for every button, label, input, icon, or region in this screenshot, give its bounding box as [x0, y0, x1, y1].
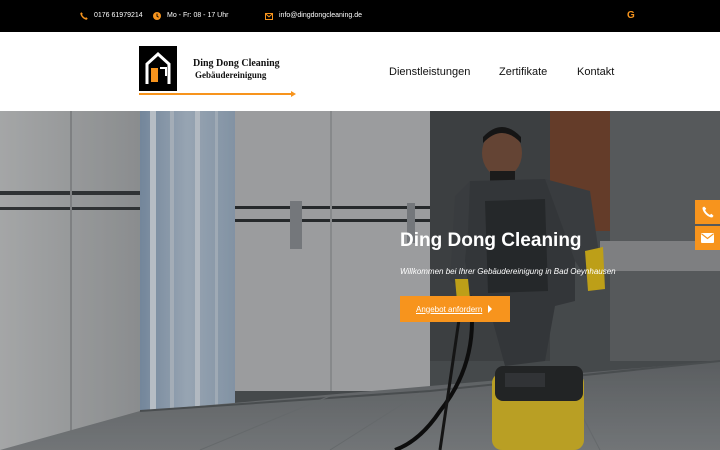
top-bar: 0176 61979214 Mo - Fr: 08 - 17 Uhr info@…: [0, 0, 720, 32]
topbar-hours-text: Mo - Fr: 08 - 17 Uhr: [167, 12, 229, 19]
topbar-phone[interactable]: 0176 61979214: [80, 11, 143, 21]
logo-mark: [139, 46, 177, 91]
hero-overlay: [0, 111, 720, 450]
phone-icon: [701, 206, 714, 218]
hero-section: Ding Dong Cleaning Willkommen bei Ihrer …: [0, 111, 720, 450]
chevron-right-icon: [488, 305, 492, 313]
phone-icon: [80, 12, 88, 20]
hero-title: Ding Dong Cleaning: [400, 230, 582, 251]
mail-icon: [701, 233, 714, 243]
request-quote-button[interactable]: Angebot anfordern: [400, 296, 510, 322]
topbar-phone-text: 0176 61979214: [94, 12, 143, 19]
floating-phone-button[interactable]: [695, 200, 720, 224]
logo-text-tagline: Gebäudereinigung: [195, 70, 267, 80]
clock-icon: [153, 12, 161, 20]
google-icon[interactable]: G: [627, 10, 635, 22]
site-logo[interactable]: Ding Dong Cleaning Gebäudereinigung: [139, 46, 299, 98]
nav-kontakt[interactable]: Kontakt: [577, 66, 614, 78]
topbar-email[interactable]: info@dingdongcleaning.de: [265, 11, 362, 21]
floating-mail-button[interactable]: [695, 226, 720, 250]
hero-subtitle: Willkommen bei Ihrer Gebäudereinigung in…: [400, 267, 616, 276]
house-icon: [145, 51, 171, 84]
nav-dienstleistungen[interactable]: Dienstleistungen: [389, 66, 470, 78]
nav-zertifikate[interactable]: Zertifikate: [499, 66, 547, 78]
site-header: Ding Dong Cleaning Gebäudereinigung Dien…: [0, 32, 720, 111]
mail-icon: [265, 12, 273, 20]
topbar-hours: Mo - Fr: 08 - 17 Uhr: [153, 11, 228, 21]
logo-text-name: Ding Dong Cleaning: [193, 58, 280, 69]
logo-underline: [139, 93, 291, 95]
logo-arrow: [291, 91, 296, 97]
topbar-email-text: info@dingdongcleaning.de: [279, 12, 363, 19]
request-quote-label: Angebot anfordern: [416, 304, 483, 314]
